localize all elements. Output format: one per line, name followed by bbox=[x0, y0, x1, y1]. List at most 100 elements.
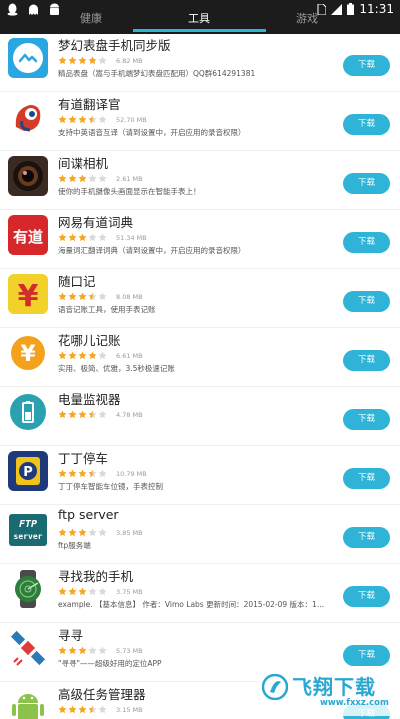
star-icon bbox=[58, 115, 67, 124]
app-description: 精品表盘（嵩与手机端梦幻表盘匹配用）QQ群614291381 bbox=[58, 69, 256, 78]
star-icon bbox=[58, 174, 67, 183]
star-icon bbox=[68, 587, 77, 596]
download-button[interactable]: 下载 bbox=[343, 173, 390, 194]
spy-camera-icon bbox=[8, 156, 48, 196]
star-icon bbox=[68, 174, 77, 183]
svg-text:¥: ¥ bbox=[20, 342, 36, 367]
rating-stars bbox=[58, 469, 107, 478]
app-size: 6.82 MB bbox=[116, 56, 143, 65]
rating-stars bbox=[58, 587, 107, 596]
star-icon bbox=[88, 174, 97, 183]
star-icon bbox=[58, 56, 67, 65]
star-icon bbox=[58, 528, 67, 537]
svg-text:FTP: FTP bbox=[19, 519, 37, 530]
download-button[interactable]: 下载 bbox=[343, 645, 390, 666]
app-description: 丁丁停车智能车位镜，手表控制 bbox=[58, 482, 163, 491]
app-name: 网易有道词典 bbox=[58, 215, 134, 230]
app-description: 语音记账工具，使用手表记账 bbox=[58, 305, 156, 314]
signal-icon bbox=[331, 3, 343, 15]
app-size: 2.61 MB bbox=[116, 174, 143, 183]
star-icon bbox=[78, 174, 87, 183]
svg-text:server: server bbox=[14, 532, 43, 541]
star-icon bbox=[68, 705, 77, 714]
download-button[interactable]: 下载 bbox=[343, 527, 390, 548]
download-button[interactable]: 下载 bbox=[343, 114, 390, 135]
watermark-text: 飞翔下载 bbox=[292, 675, 376, 699]
svg-text:P: P bbox=[23, 465, 33, 480]
divider bbox=[0, 268, 400, 269]
download-button[interactable]: 下载 bbox=[343, 409, 390, 430]
app-size: 3.15 MB bbox=[116, 705, 143, 714]
tab-health[interactable]: 健康 bbox=[80, 10, 102, 26]
star-icon bbox=[68, 528, 77, 537]
download-button[interactable]: 下载 bbox=[343, 232, 390, 253]
list-item: 有道 网易有道词典 51.34 MB 海量词汇翻译词典（请到设置中，开启应用的录… bbox=[0, 211, 400, 269]
star-icon bbox=[88, 115, 97, 124]
youdao-translator-icon bbox=[8, 97, 48, 137]
divider bbox=[0, 327, 400, 328]
top-bar: 健康 工具 游戏 11:31 bbox=[0, 0, 400, 34]
download-button[interactable]: 下载 bbox=[343, 468, 390, 489]
star-icon bbox=[98, 646, 107, 655]
star-icon bbox=[98, 587, 107, 596]
huanaer-icon: ¥ bbox=[8, 333, 48, 373]
star-icon bbox=[88, 56, 97, 65]
app-size: 5.73 MB bbox=[116, 646, 143, 655]
status-time: 11:31 bbox=[359, 2, 394, 16]
star-icon bbox=[68, 292, 77, 301]
star-icon bbox=[78, 528, 87, 537]
download-button[interactable]: 下载 bbox=[343, 55, 390, 76]
star-icon bbox=[68, 233, 77, 242]
xunxun-icon bbox=[8, 628, 48, 668]
divider bbox=[0, 91, 400, 92]
star-icon bbox=[78, 56, 87, 65]
app-description: 支持中英语音互译（请到设置中，开启应用的录音权限） bbox=[58, 128, 246, 137]
star-icon bbox=[98, 410, 107, 419]
yen-note-icon: ¥ bbox=[8, 274, 48, 314]
list-item: FTP server ftp server 3.85 MB ftp服务端 下载 bbox=[0, 506, 400, 564]
star-icon bbox=[78, 646, 87, 655]
app-description: 使你的手机摄像头画面显示在智能手表上！ bbox=[58, 187, 201, 196]
watermark-url: www.fxxz.com bbox=[320, 698, 389, 708]
download-button[interactable]: 下载 bbox=[343, 350, 390, 371]
star-icon bbox=[68, 469, 77, 478]
list-item: ¥ 随口记 8.08 MB 语音记账工具，使用手表记账 下载 bbox=[0, 270, 400, 328]
rating-stars bbox=[58, 351, 107, 360]
star-icon bbox=[58, 587, 67, 596]
star-icon bbox=[98, 528, 107, 537]
tab-games[interactable]: 游戏 bbox=[296, 10, 318, 26]
star-icon bbox=[98, 115, 107, 124]
star-icon bbox=[58, 646, 67, 655]
star-icon bbox=[58, 292, 67, 301]
list-item: P 丁丁停车 10.79 MB 丁丁停车智能车位镜，手表控制 下载 bbox=[0, 447, 400, 505]
app-description: ftp服务端 bbox=[58, 541, 91, 550]
star-icon bbox=[88, 646, 97, 655]
ftp-server-icon: FTP server bbox=[8, 510, 48, 550]
app-size: 3.75 MB bbox=[116, 587, 143, 596]
star-icon bbox=[88, 528, 97, 537]
star-icon bbox=[88, 410, 97, 419]
star-icon bbox=[58, 469, 67, 478]
divider bbox=[0, 386, 400, 387]
star-icon bbox=[98, 351, 107, 360]
app-name: 寻找我的手机 bbox=[58, 569, 134, 584]
star-icon bbox=[68, 646, 77, 655]
tab-active-indicator bbox=[133, 29, 266, 32]
list-item: 梦幻表盘手机同步版 6.82 MB 精品表盘（嵩与手机端梦幻表盘匹配用）QQ群6… bbox=[0, 34, 400, 92]
rating-stars bbox=[58, 528, 107, 537]
list-item: 寻找我的手机 3.75 MB example. 【基本信息】 作者：Vimo L… bbox=[0, 565, 400, 623]
tab-tools[interactable]: 工具 bbox=[188, 10, 210, 26]
star-icon bbox=[78, 292, 87, 301]
star-icon bbox=[78, 351, 87, 360]
star-icon bbox=[58, 410, 67, 419]
list-item: 电量监视器 4.78 MB 下载 bbox=[0, 388, 400, 446]
star-icon bbox=[78, 410, 87, 419]
app-description: 海量词汇翻译词典（请到设置中，开启应用的录音权限） bbox=[58, 246, 246, 255]
star-icon bbox=[98, 469, 107, 478]
app-size: 10.79 MB bbox=[116, 469, 147, 478]
android-task-icon bbox=[8, 687, 48, 719]
download-button[interactable]: 下载 bbox=[343, 291, 390, 312]
rating-stars bbox=[58, 174, 107, 183]
download-button[interactable]: 下载 bbox=[343, 586, 390, 607]
app-size: 52.70 MB bbox=[116, 115, 147, 124]
